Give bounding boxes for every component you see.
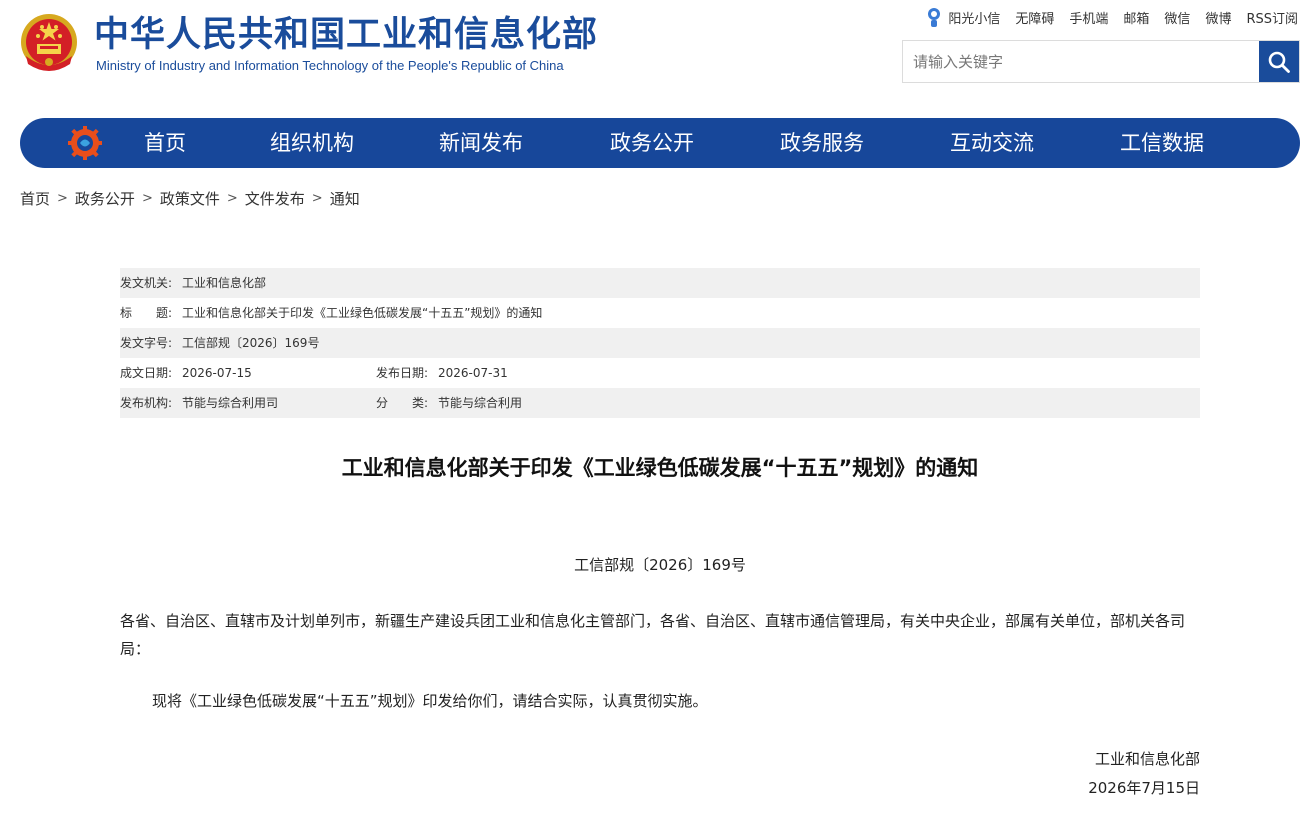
site-title[interactable]: 中华人民共和国工业和信息化部 (94, 14, 598, 56)
meta-label: 发布机构: (120, 396, 173, 410)
article-signature-date: 2026年7月15日 (1088, 779, 1200, 797)
search-box (902, 40, 1300, 83)
top-link-rss[interactable]: RSS订阅 (1246, 8, 1298, 27)
meta-label: 分 类: (376, 396, 429, 410)
article-title: 工业和信息化部关于印发《工业绿色低碳发展“十五五”规划》的通知 (341, 456, 979, 480)
breadcrumb-government-affairs[interactable]: 政务公开 (75, 188, 135, 209)
meta-label: 标 题: (120, 306, 173, 320)
main-nav: 首页 组织机构 新闻发布 政务公开 政务服务 互动交流 工信数据 (20, 118, 1300, 168)
meta-row-doc-number: 发文字号: 工信部规〔2026〕169号 (120, 328, 1200, 358)
meta-agency: 节能与综合利用司 (182, 396, 279, 410)
article-doc-number: 工信部规〔2026〕169号 (574, 556, 746, 574)
meta-issuer: 工业和信息化部 (182, 276, 267, 290)
meta-row-dates: 成文日期: 2026-07-15 发布日期: 2026-07-31 (120, 358, 1200, 388)
meta-row-title: 标 题: 工业和信息化部关于印发《工业绿色低碳发展“十五五”规划》的通知 (120, 298, 1200, 328)
site-subtitle-english: Ministry of Industry and Information Tec… (96, 58, 564, 73)
meta-row-agency: 发布机构: 节能与综合利用司 分 类: 节能与综合利用 (120, 388, 1200, 418)
meta-label: 成文日期: (120, 366, 173, 380)
national-emblem-icon[interactable] (18, 12, 80, 76)
search-icon (1268, 51, 1290, 73)
nav-item-interaction[interactable]: 互动交流 (950, 118, 1034, 168)
nav-item-government-services[interactable]: 政务服务 (780, 118, 864, 168)
top-link-accessibility[interactable]: 无障碍 (1015, 8, 1054, 27)
nav-item-government-affairs[interactable]: 政务公开 (610, 118, 694, 168)
breadcrumb-document-release[interactable]: 文件发布 (245, 188, 305, 209)
article-recipients: 各省、自治区、直辖市及计划单列市，新疆生产建设兵团工业和信息化主管部门，各省、自… (120, 612, 1186, 658)
meta-doc-number: 工信部规〔2026〕169号 (182, 336, 320, 350)
search-input[interactable] (903, 41, 1259, 82)
meta-category: 节能与综合利用 (438, 396, 523, 410)
article-signature-org: 工业和信息化部 (1094, 750, 1200, 768)
top-link-sunshine[interactable]: 阳光小信 (926, 6, 1000, 28)
breadcrumb-notice[interactable]: 通知 (330, 188, 360, 209)
breadcrumb-separator: > (226, 191, 238, 206)
meta-row-issuer: 发文机关: 工业和信息化部 (120, 268, 1200, 298)
top-link-weibo[interactable]: 微博 (1205, 8, 1231, 27)
sunshine-mascot-icon (928, 8, 941, 27)
breadcrumb-policy-documents[interactable]: 政策文件 (160, 188, 220, 209)
nav-item-news[interactable]: 新闻发布 (439, 118, 523, 168)
top-link-wechat[interactable]: 微信 (1164, 8, 1190, 27)
meta-created-date: 2026-07-15 (182, 366, 252, 380)
breadcrumb-separator: > (311, 191, 323, 206)
site-header: 中华人民共和国工业和信息化部 Ministry of Industry and … (0, 0, 1316, 110)
meta-published-date: 2026-07-31 (438, 366, 508, 380)
meta-label: 发文字号: (120, 336, 173, 350)
top-link-mail[interactable]: 邮箱 (1123, 8, 1149, 27)
meta-title: 工业和信息化部关于印发《工业绿色低碳发展“十五五”规划》的通知 (182, 306, 543, 320)
search-button[interactable] (1259, 41, 1299, 82)
meta-label: 发文机关: (120, 276, 173, 290)
nav-item-data[interactable]: 工信数据 (1120, 118, 1204, 168)
document-meta-table: 发文机关: 工业和信息化部 标 题: 工业和信息化部关于印发《工业绿色低碳发展“… (120, 268, 1200, 418)
top-links: 阳光小信 无障碍 手机端 邮箱 微信 微博 RSS订阅 (926, 6, 1298, 28)
meta-label: 发布日期: (376, 366, 429, 380)
top-link-mobile[interactable]: 手机端 (1069, 8, 1108, 27)
nav-item-home[interactable]: 首页 (144, 118, 186, 168)
ministry-gear-logo-icon (68, 126, 102, 160)
article-body-paragraph: 现将《工业绿色低碳发展“十五五”规划》印发给你们，请结合实际，认真贯彻实施。 (152, 692, 708, 710)
nav-item-organization[interactable]: 组织机构 (270, 118, 354, 168)
breadcrumb-separator: > (141, 191, 153, 206)
breadcrumb: 首页 > 政务公开 > 政策文件 > 文件发布 > 通知 (20, 188, 360, 209)
breadcrumb-home[interactable]: 首页 (20, 188, 50, 209)
breadcrumb-separator: > (57, 191, 68, 206)
